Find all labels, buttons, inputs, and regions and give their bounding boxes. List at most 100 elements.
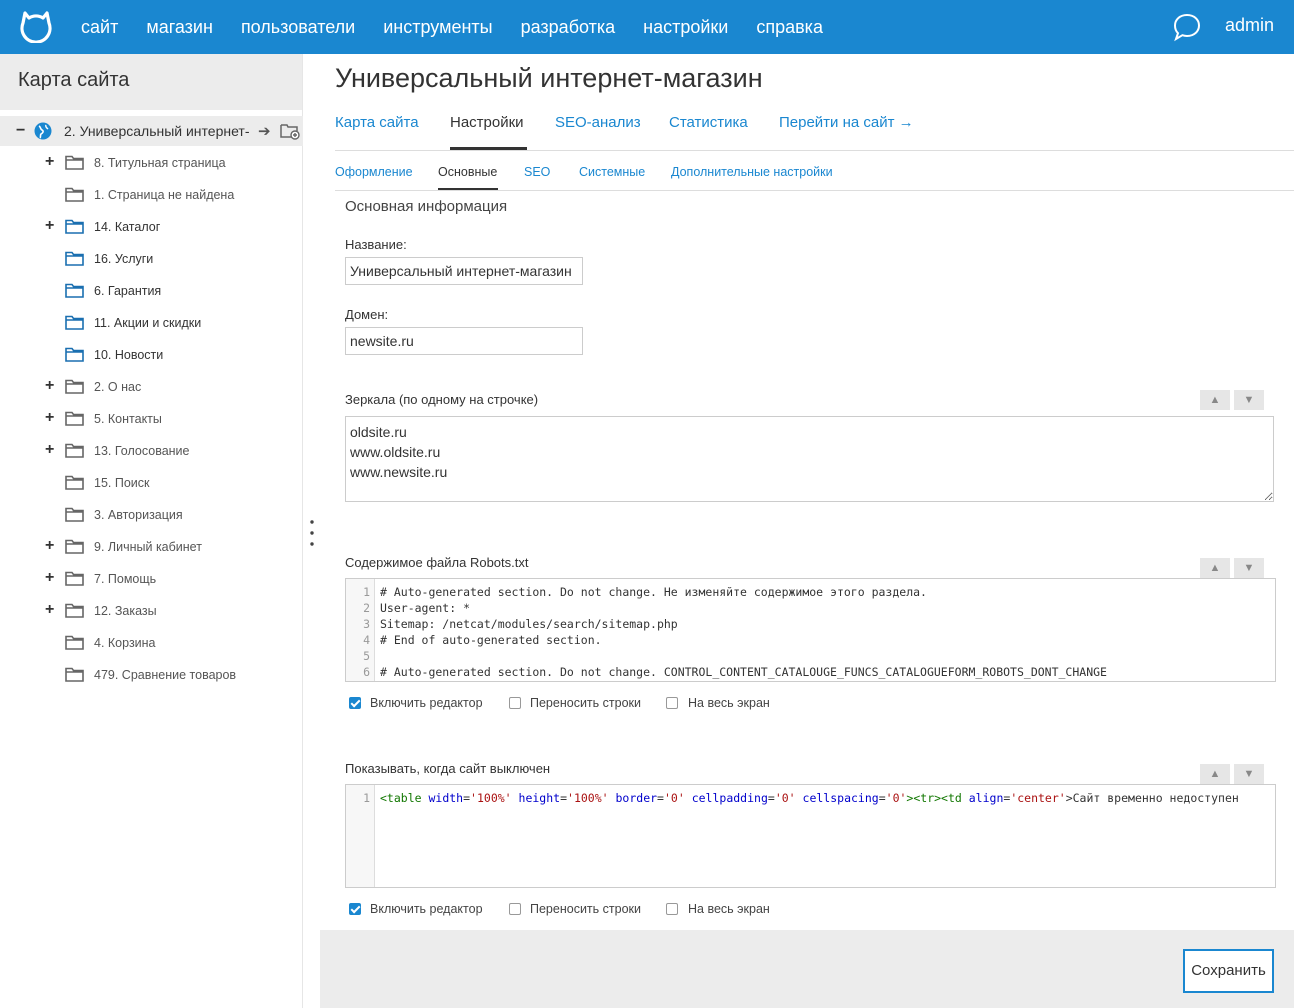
robots-code-editor[interactable]: 123456 # Auto-generated section. Do not … [345,578,1276,682]
site-name-input[interactable] [345,257,583,285]
expand-up-button[interactable]: ▲ [1200,390,1230,410]
menu-settings[interactable]: настройки [643,17,728,38]
tree-item-label[interactable]: 2. О нас [94,380,141,394]
code-attr-value: '0' [885,791,907,805]
expand-icon[interactable]: + [45,153,54,171]
menu-development[interactable]: разработка [521,17,616,38]
expand-icon[interactable]: + [45,569,54,587]
tree-item-label[interactable]: 3. Авторизация [94,508,183,522]
tab-go-to-site[interactable]: Перейти на сайт → [779,114,914,131]
code-text: >Сайт временно недоступен [1065,791,1239,805]
tree-item[interactable]: +12. Заказы [0,596,303,628]
tree-root-site[interactable]: − 2. Универсальный интернет- ➔ [0,116,303,146]
offline-expand-down-button[interactable]: ▼ [1234,764,1264,784]
menu-users[interactable]: пользователи [241,17,355,38]
expand-down-button[interactable]: ▼ [1234,390,1264,410]
code-attr-value: '0' [774,791,796,805]
tree-item[interactable]: +5. Контакты [0,404,303,436]
folder-icon [65,315,84,330]
menu-help[interactable]: справка [756,17,823,38]
tab-settings[interactable]: Настройки [450,114,524,131]
tree-item-label[interactable]: 5. Контакты [94,412,162,426]
offline-code-editor[interactable]: 1 <table width='100%' height='100%' bord… [345,784,1276,888]
fullscreen-checkbox[interactable] [666,697,678,709]
tree-item[interactable]: 10. Новости [0,340,303,372]
menu-site[interactable]: сайт [81,17,118,38]
domain-input[interactable] [345,327,583,355]
tree-item-label[interactable]: 11. Акции и скидки [94,316,201,330]
robots-expand-down-button[interactable]: ▼ [1234,558,1264,578]
netcat-logo-icon[interactable] [19,9,53,43]
tree-item[interactable]: +14. Каталог [0,212,303,244]
subtab-main[interactable]: Основные [438,165,497,179]
tree-item-label[interactable]: 15. Поиск [94,476,150,490]
tree-item[interactable]: 4. Корзина [0,628,303,660]
tree-item-label[interactable]: 14. Каталог [94,220,160,234]
tree-item[interactable]: 16. Услуги [0,244,303,276]
tree-item-label[interactable]: 479. Сравнение товаров [94,668,236,682]
expand-icon[interactable]: + [45,441,54,459]
top-navigation-bar: сайт магазин пользователи инструменты ра… [0,0,1294,54]
subtab-additional[interactable]: Дополнительные настройки [671,165,833,179]
tree-item[interactable]: 15. Поиск [0,468,303,500]
code-attr-value: '100%' [470,791,512,805]
enable-editor-checkbox-2[interactable] [349,903,361,915]
tree-root-label[interactable]: 2. Универсальный интернет- [64,123,254,139]
expand-icon[interactable]: + [45,537,54,555]
arrow-right-icon[interactable]: ➔ [258,122,271,140]
code-attr-name: cellspacing [802,791,879,805]
folder-icon [65,635,84,650]
tab-seo-analysis[interactable]: SEO-анализ [555,114,641,131]
menu-tools[interactable]: инструменты [383,17,492,38]
tree-item-label[interactable]: 10. Новости [94,348,163,362]
offline-code-lines: <table width='100%' height='100%' border… [380,791,1275,807]
tree-item-label[interactable]: 4. Корзина [94,636,156,650]
tree-item[interactable]: +7. Помощь [0,564,303,596]
tree-item-label[interactable]: 16. Услуги [94,252,153,266]
tree-item[interactable]: 11. Акции и скидки [0,308,303,340]
code-equals: = [463,791,471,805]
tree-item[interactable]: +13. Голосование [0,436,303,468]
subtab-design[interactable]: Оформление [335,165,413,179]
tab-sitemap[interactable]: Карта сайта [335,114,419,131]
menu-shop[interactable]: магазин [146,17,213,38]
code-tag: <table [380,791,422,805]
expand-icon[interactable]: + [45,377,54,395]
user-menu[interactable]: admin [1225,15,1274,36]
tree-item[interactable]: 1. Страница не найдена [0,180,303,212]
tree-item-label[interactable]: 1. Страница не найдена [94,188,234,202]
wrap-lines-checkbox-2[interactable] [509,903,521,915]
save-button[interactable]: Сохранить [1183,949,1274,993]
tab-statistics[interactable]: Статистика [669,114,748,131]
tree-item-label[interactable]: 13. Голосование [94,444,189,458]
fullscreen-checkbox-2[interactable] [666,903,678,915]
expand-icon[interactable]: + [45,217,54,235]
expand-icon[interactable]: + [45,601,54,619]
tree-item-label[interactable]: 6. Гарантия [94,284,161,298]
tree-item[interactable]: 6. Гарантия [0,276,303,308]
sitemap-sidebar: Карта сайта − 2. Универсальный интернет-… [0,54,303,1008]
offline-expand-up-button[interactable]: ▲ [1200,764,1230,784]
tree-item[interactable]: 479. Сравнение товаров [0,660,303,692]
tree-item[interactable]: +8. Титульная страница [0,148,303,180]
mirrors-textarea[interactable]: oldsite.ru www.oldsite.ru www.newsite.ru [345,416,1274,502]
add-folder-icon[interactable] [280,122,300,140]
subtab-system[interactable]: Системные [579,165,645,179]
tree-item-label[interactable]: 7. Помощь [94,572,156,586]
tree-item-label[interactable]: 12. Заказы [94,604,157,618]
collapse-icon[interactable]: − [16,122,25,140]
sidebar-resize-handle[interactable] [309,519,315,547]
enable-editor-checkbox[interactable] [349,697,361,709]
tree-item-label[interactable]: 9. Личный кабинет [94,540,202,554]
wrap-lines-checkbox[interactable] [509,697,521,709]
tree-item-label[interactable]: 8. Титульная страница [94,156,226,170]
subtab-seo[interactable]: SEO [524,165,550,179]
tree-item[interactable]: 3. Авторизация [0,500,303,532]
expand-icon[interactable]: + [45,409,54,427]
robots-expand-up-button[interactable]: ▲ [1200,558,1230,578]
tree-item[interactable]: +2. О нас [0,372,303,404]
tree-item[interactable]: +9. Личный кабинет [0,532,303,564]
chat-bubble-icon[interactable] [1172,12,1202,42]
folder-icon [65,379,84,394]
